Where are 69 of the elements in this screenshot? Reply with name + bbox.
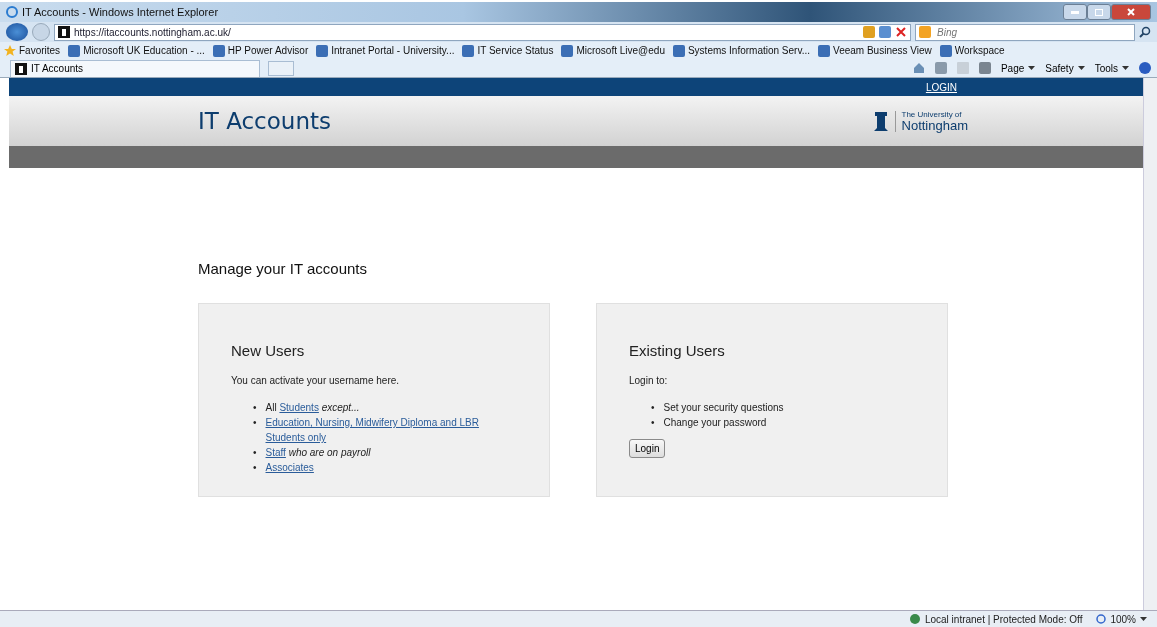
- favorite-link[interactable]: Veeam Business View: [818, 44, 932, 57]
- bullet: •: [651, 401, 655, 415]
- favorite-link[interactable]: IT Service Status: [462, 44, 554, 57]
- favorite-link[interactable]: Microsoft Live@edu: [561, 44, 665, 57]
- favorite-link[interactable]: Workspace: [939, 44, 1005, 57]
- login-button[interactable]: Login: [629, 439, 666, 458]
- minimize-button[interactable]: [1063, 4, 1087, 20]
- logo-title: Nottingham: [901, 118, 968, 132]
- site-icon: [672, 44, 685, 57]
- search-icon[interactable]: [1139, 26, 1151, 38]
- card-title: New Users: [231, 342, 306, 359]
- login-link[interactable]: LOGIN: [925, 81, 957, 93]
- minimize-icon: [1071, 10, 1079, 14]
- favorites-button[interactable]: Favorites: [4, 44, 61, 57]
- menu-item[interactable]: Tools: [1094, 62, 1118, 74]
- site-icon: [561, 44, 574, 57]
- site-icon: [316, 44, 329, 57]
- window-title: IT Accounts - Windows Internet Explorer: [22, 6, 219, 18]
- site-icon: [818, 44, 831, 57]
- site-icon: [68, 44, 81, 57]
- list-item: Set your security questions: [663, 401, 784, 415]
- favorite-link[interactable]: Microsoft UK Education - ...: [68, 44, 205, 57]
- favorite-link[interactable]: Intranet Portal - University...: [316, 44, 455, 57]
- site-icon: [212, 44, 225, 57]
- bullet: •: [253, 446, 257, 460]
- favorite-link[interactable]: HP Power Advisor: [212, 44, 309, 57]
- browser-icon: [6, 6, 18, 18]
- zoom-level[interactable]: 100%: [1110, 613, 1136, 625]
- menu-item[interactable]: Page: [1000, 62, 1025, 74]
- close-button[interactable]: [1111, 4, 1151, 20]
- card-text: Login to:: [629, 375, 669, 386]
- link[interactable]: Associates: [265, 460, 314, 475]
- caret-icon[interactable]: [1077, 66, 1085, 70]
- link[interactable]: Students: [279, 400, 319, 415]
- list-item: Change your password: [663, 416, 767, 430]
- bullet: •: [253, 416, 257, 430]
- site-icon: [462, 44, 475, 57]
- star-icon: [4, 44, 16, 57]
- logo-subtitle: The University of: [901, 110, 963, 119]
- list-item: Staff who are on payroll: [265, 445, 371, 460]
- address-field[interactable]: https://itaccounts.nottingham.ac.uk/: [54, 23, 911, 41]
- bullet: •: [253, 461, 257, 475]
- zone-status: Local intranet | Protected Mode: Off: [924, 613, 1083, 625]
- site-title: IT Accounts: [198, 108, 331, 134]
- globe-icon: [908, 613, 921, 625]
- menu-item[interactable]: Safety: [1045, 62, 1074, 74]
- caret-icon[interactable]: [1140, 617, 1147, 621]
- link[interactable]: Staff: [265, 445, 286, 460]
- bullet: •: [651, 416, 655, 430]
- link[interactable]: Education, Nursing, Midwifery Diploma and LBR Students only: [265, 415, 517, 445]
- search-field[interactable]: Bing: [935, 25, 1131, 39]
- maximize-button[interactable]: [1087, 4, 1111, 20]
- search-box[interactable]: Bing: [915, 23, 1135, 41]
- site-icon: [939, 44, 952, 57]
- maximize-icon: [1095, 8, 1103, 16]
- stop-icon[interactable]: [895, 26, 907, 38]
- favorite-link[interactable]: Systems Information Serv...: [672, 44, 811, 57]
- list-item: All Students except...: [265, 400, 360, 415]
- page-heading: Manage your IT accounts: [198, 260, 368, 277]
- scrollbar[interactable]: [1143, 78, 1157, 610]
- browser-tab[interactable]: IT Accounts: [10, 59, 260, 77]
- close-icon: [1127, 8, 1135, 16]
- bullet: •: [253, 401, 257, 415]
- caret-icon[interactable]: [1122, 66, 1129, 70]
- home-icon[interactable]: [912, 62, 925, 74]
- card-title: Existing Users: [629, 342, 726, 359]
- caret-icon[interactable]: [1028, 66, 1036, 70]
- back-button[interactable]: [6, 23, 28, 41]
- card-text: You can activate your username here.: [231, 375, 401, 386]
